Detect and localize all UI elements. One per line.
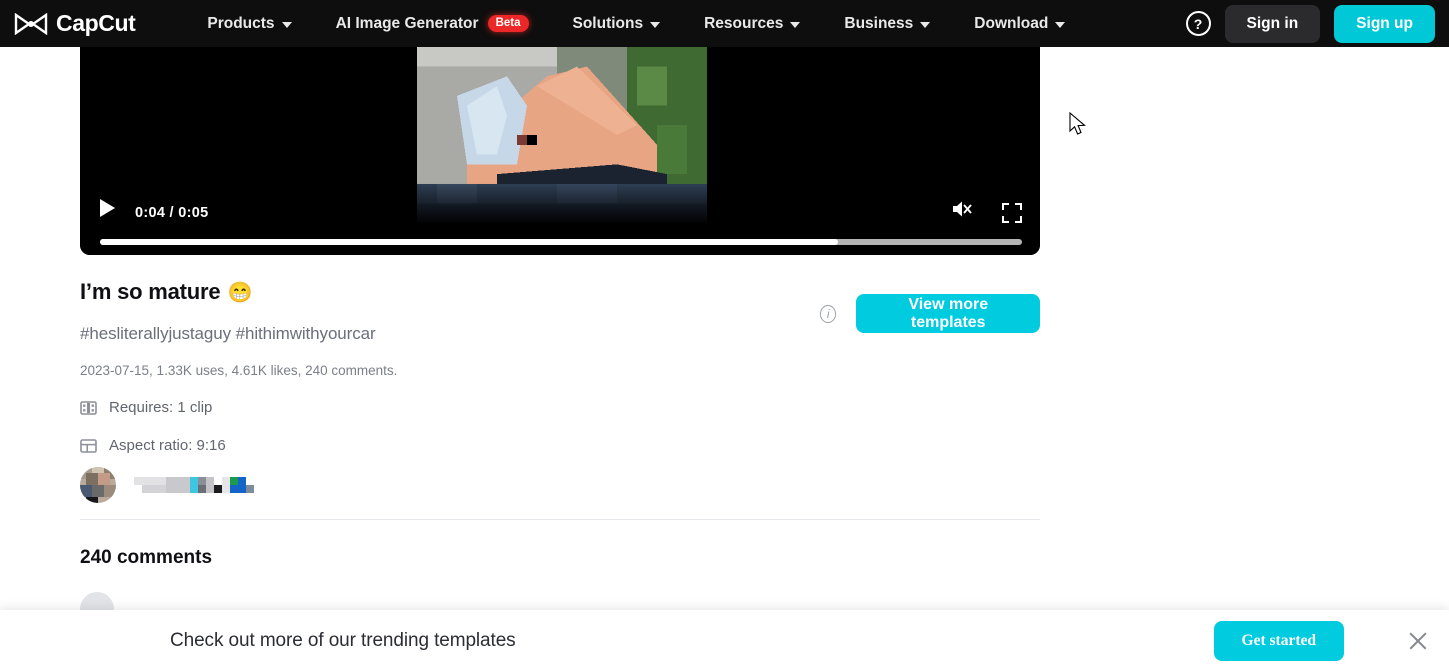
- nav-item-products[interactable]: Products: [185, 9, 313, 39]
- play-icon[interactable]: [100, 199, 115, 217]
- nav-right-actions: ? Sign in Sign up: [1185, 4, 1435, 43]
- chevron-down-icon: [1055, 21, 1066, 28]
- mute-glyph: [953, 201, 972, 217]
- section-divider: [80, 519, 1040, 520]
- aspect-ratio-row: Aspect ratio: 9:16: [80, 437, 1040, 454]
- avatar-pixelated: [80, 467, 116, 503]
- nav-links: Products AI Image Generator Beta Solutio…: [185, 9, 1087, 39]
- comments-heading: 240 comments: [80, 547, 213, 568]
- top-navbar: CapCut Products AI Image Generator Beta …: [0, 0, 1449, 47]
- question-mark-icon[interactable]: ?: [1185, 11, 1211, 36]
- bottom-promo-banner: Check out more of our trending templates…: [0, 610, 1449, 672]
- username-pixelated: [134, 477, 278, 493]
- aspect-ratio-label: Aspect ratio: 9:16: [109, 437, 226, 454]
- nav-item-solutions[interactable]: Solutions: [551, 9, 683, 39]
- sign-in-button[interactable]: Sign in: [1224, 4, 1321, 43]
- chevron-down-icon: [920, 21, 931, 28]
- view-more-area: i View more templates: [820, 294, 1040, 333]
- fullscreen-icon[interactable]: [1002, 203, 1022, 223]
- promo-text: Check out more of our trending templates: [170, 630, 516, 651]
- template-author[interactable]: [80, 467, 278, 503]
- grinning-face-emoji: 😁: [227, 281, 253, 304]
- chevron-down-icon: [650, 21, 661, 28]
- video-time-display: 0:04 / 0:05: [135, 205, 209, 221]
- template-meta-stats: 2023-07-15, 1.33K uses, 4.61K likes, 240…: [80, 363, 398, 378]
- nav-item-resources[interactable]: Resources: [682, 9, 822, 39]
- chevron-down-icon: [790, 21, 801, 28]
- nav-label-products: Products: [207, 14, 275, 32]
- nav-label-ai-image-generator: AI Image Generator: [335, 14, 479, 32]
- brand-name: CapCut: [56, 10, 136, 36]
- nav-label-solutions: Solutions: [572, 14, 644, 32]
- author-username-blurred: [134, 477, 278, 493]
- video-progress-fill: [100, 239, 838, 245]
- nav-label-resources: Resources: [704, 14, 784, 32]
- film-clip-icon: [80, 400, 97, 415]
- muted-speaker-icon[interactable]: [950, 198, 974, 225]
- video-controls: 0:04 / 0:05: [80, 183, 1040, 255]
- nav-item-download[interactable]: Download: [952, 9, 1087, 39]
- capcut-logo-icon: [14, 12, 48, 35]
- brand-logo-link[interactable]: CapCut: [14, 10, 136, 37]
- beta-badge: Beta: [487, 15, 529, 32]
- template-info: I’m so mature 😁 #hesliterallyjustaguy #h…: [80, 279, 1040, 454]
- recommended-sidebar-clip: Recommended: [1048, 47, 1388, 627]
- page-title: I’m so mature: [80, 279, 221, 304]
- chevron-down-icon: [281, 21, 292, 28]
- page-body: 0:04 / 0:05 I’m so mature 😁 #hesliterall…: [0, 47, 1449, 672]
- nav-item-business[interactable]: Business: [822, 9, 952, 39]
- video-player[interactable]: 0:04 / 0:05: [80, 47, 1040, 255]
- nav-label-download: Download: [974, 14, 1049, 32]
- get-started-button[interactable]: Get started: [1213, 621, 1344, 661]
- aspect-ratio-icon: [80, 438, 97, 453]
- nav-item-ai-image-generator[interactable]: AI Image Generator Beta: [314, 9, 551, 39]
- close-icon[interactable]: [1407, 630, 1429, 652]
- requires-label: Requires: 1 clip: [109, 399, 213, 416]
- nav-label-business: Business: [844, 14, 914, 32]
- requires-row: Requires: 1 clip: [80, 399, 1040, 416]
- view-more-templates-button[interactable]: View more templates: [856, 294, 1040, 333]
- sign-up-button[interactable]: Sign up: [1334, 4, 1435, 43]
- avatar[interactable]: [80, 467, 116, 503]
- info-icon[interactable]: i: [820, 304, 837, 323]
- video-progress-bar[interactable]: [100, 239, 1022, 245]
